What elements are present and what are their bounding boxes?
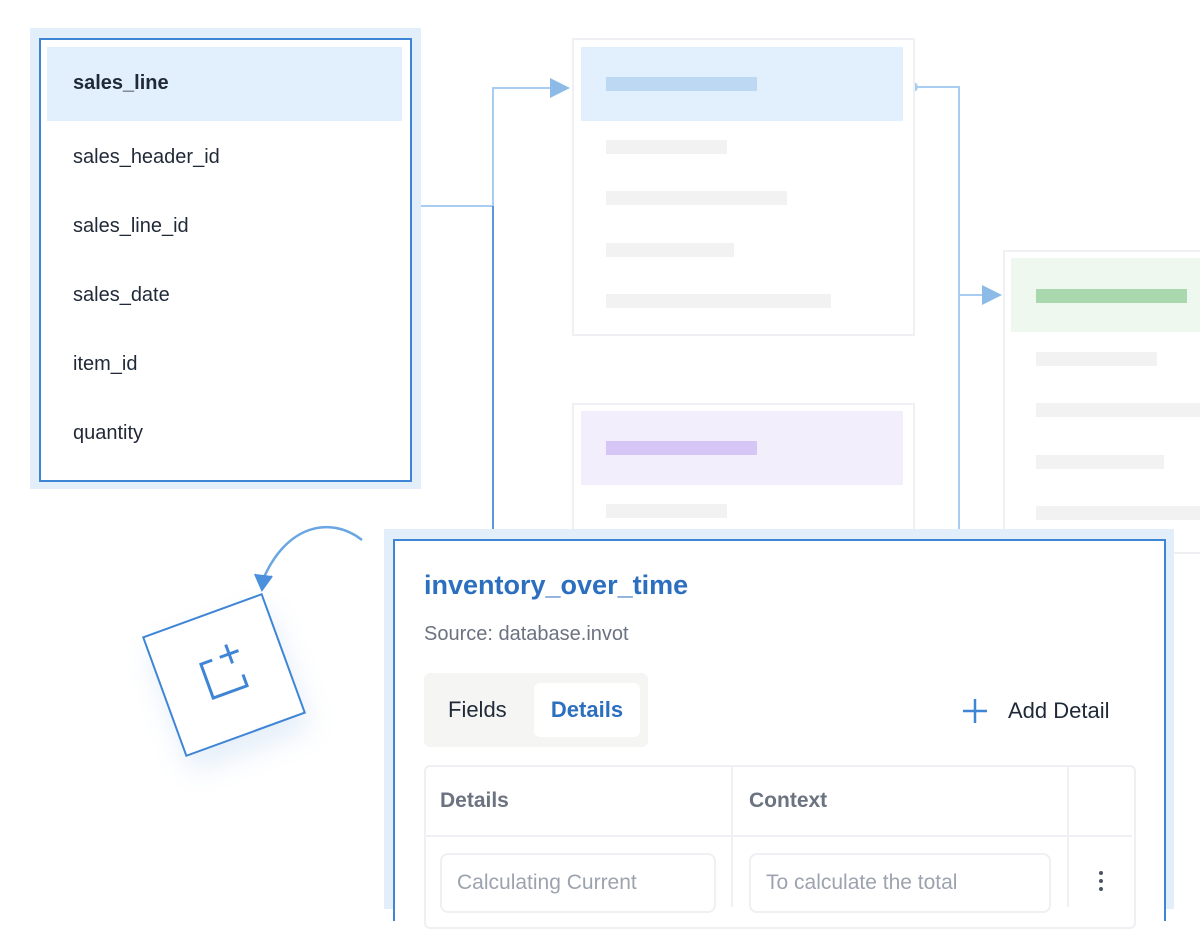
ghost-field-bar: [606, 294, 831, 308]
ghost-field-bar: [606, 243, 734, 257]
details-input[interactable]: Calculating Current: [440, 853, 716, 913]
tab-fields[interactable]: Fields: [448, 697, 507, 723]
connector-line: [410, 78, 570, 207]
add-detail-button[interactable]: Add Detail: [960, 694, 1110, 728]
panel-source: Source: database.invot: [424, 623, 629, 645]
table-name: sales_line: [73, 72, 169, 94]
panel-title: inventory_over_time: [424, 570, 689, 600]
plus-icon: [963, 699, 987, 723]
field-sales-line-id[interactable]: sales_line_id: [73, 215, 189, 238]
ghost-field-bar: [1036, 506, 1200, 520]
column-divider: [1067, 767, 1069, 907]
curved-arrow-icon: [260, 525, 363, 583]
field-sales-date[interactable]: sales_date: [73, 284, 170, 307]
kebab-menu-icon[interactable]: [1093, 868, 1109, 894]
add-detail-label: Add Detail: [1008, 698, 1110, 723]
column-divider: [731, 767, 733, 907]
column-header-details: Details: [440, 789, 509, 812]
ghost-title-bar: [606, 77, 757, 91]
ghost-title-bar: [606, 441, 757, 455]
ghost-field-bar: [1036, 403, 1200, 417]
field-item-id[interactable]: item_id: [73, 353, 137, 376]
ghost-field-bar: [606, 191, 787, 205]
connector-line: [913, 86, 1002, 305]
field-quantity[interactable]: quantity: [73, 422, 143, 445]
tab-details[interactable]: Details: [534, 683, 640, 737]
ghost-field-bar: [606, 140, 727, 154]
table-divider: [426, 835, 1132, 837]
ghost-field-bar: [1036, 455, 1164, 469]
ghost-field-bar: [606, 504, 727, 518]
context-input[interactable]: To calculate the total: [749, 853, 1051, 913]
column-header-context: Context: [749, 789, 828, 812]
curved-arrow-head: [254, 573, 273, 593]
field-sales-header-id[interactable]: sales_header_id: [73, 146, 220, 169]
ghost-field-bar: [1036, 352, 1157, 366]
ghost-title-bar: [1036, 289, 1187, 303]
